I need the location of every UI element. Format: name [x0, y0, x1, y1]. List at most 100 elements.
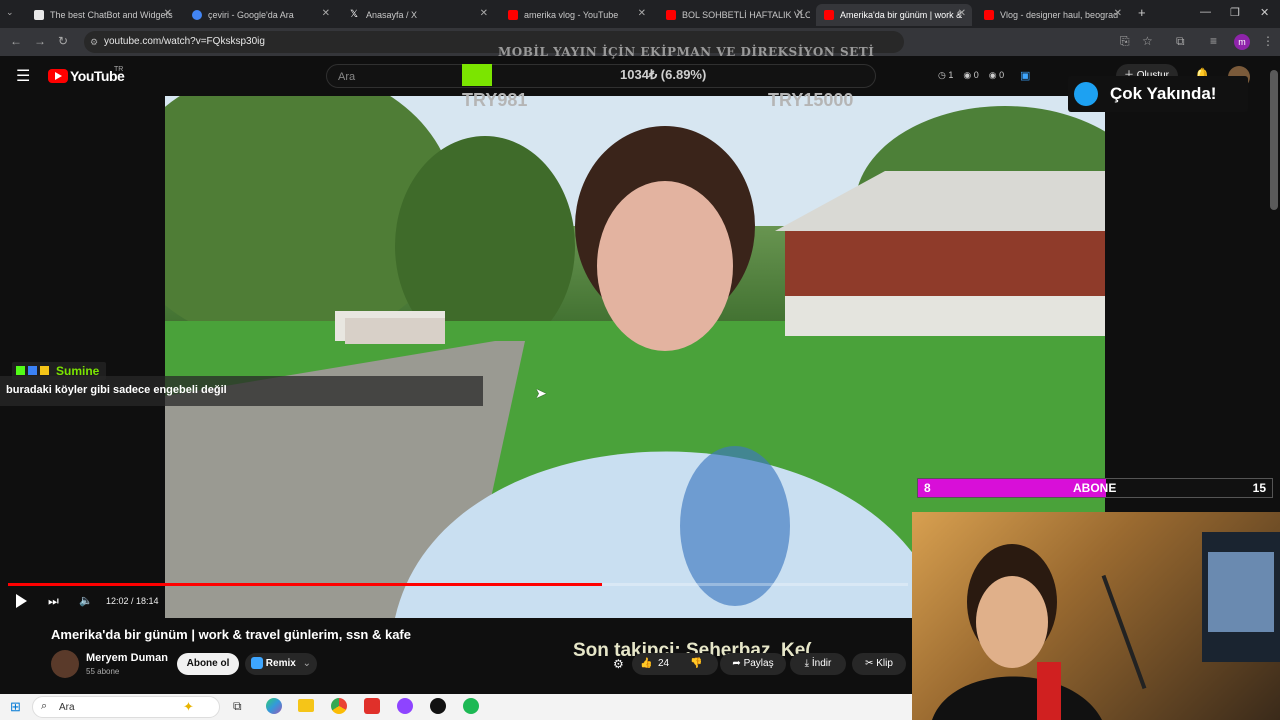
maximize-icon[interactable]: ❐: [1230, 6, 1240, 19]
clip-label: Klip: [876, 658, 893, 669]
app-w-icon[interactable]: [364, 698, 380, 714]
like-icon[interactable]: 👍: [640, 653, 652, 675]
tab-title: Vlog - designer haul, beograd: [1000, 10, 1119, 20]
tab-favicon-icon: [34, 10, 44, 20]
share-button[interactable]: ➦ Paylaş: [720, 653, 786, 675]
new-tab-button[interactable]: +: [1138, 5, 1146, 20]
player-controls: ⏭ 🔈 12:02 / 18:14: [0, 583, 912, 616]
forward-icon[interactable]: →: [34, 34, 46, 48]
browser-tab-active[interactable]: Amerika'da bir günüm | work & ✕: [816, 4, 972, 26]
tab-close-icon[interactable]: ✕: [796, 8, 804, 19]
hamburger-menu-icon[interactable]: ☰: [16, 66, 30, 86]
notification-ext-icon[interactable]: ▣: [1020, 69, 1030, 82]
taskbar-search[interactable]: ⌕ Ara ✦: [32, 696, 220, 718]
windows-start-icon[interactable]: ⊞: [10, 699, 21, 715]
windows-taskbar: ⊞ ⌕ Ara ✦ ⧉: [0, 694, 912, 720]
mouse-cursor-icon: ➤: [535, 385, 547, 401]
goal-start-label: TRY981: [462, 90, 528, 110]
tab-close-icon[interactable]: ✕: [164, 8, 172, 19]
extensions-icon[interactable]: ⧉: [1176, 34, 1185, 49]
sub-goal-current: 8: [924, 481, 931, 495]
search-input[interactable]: Ara: [326, 64, 876, 88]
tab-close-icon[interactable]: ✕: [958, 8, 966, 19]
time-display: 12:02 / 18:14: [106, 596, 159, 606]
browser-tab[interactable]: 𝕏 Anasayfa / X ✕: [342, 4, 494, 26]
tab-close-icon[interactable]: ✕: [1114, 8, 1122, 19]
browser-tab-strip: ⌄ The best ChatBot and Widgets ✕ çeviri …: [0, 0, 1280, 28]
coming-soon-text: Çok Yakında!: [1110, 84, 1217, 103]
browser-tab[interactable]: amerika vlog - YouTube ✕: [500, 4, 652, 26]
chrome-icon[interactable]: [331, 698, 347, 714]
clip-button[interactable]: ✂ Klip: [852, 653, 906, 675]
page-scrollbar[interactable]: [1270, 70, 1278, 210]
tab-close-icon[interactable]: ✕: [638, 8, 646, 19]
copilot-icon[interactable]: [266, 698, 282, 714]
bookmark-star-icon[interactable]: ☆: [1142, 34, 1153, 48]
reading-list-icon[interactable]: ≡: [1210, 34, 1217, 48]
next-icon[interactable]: ⏭: [48, 594, 59, 609]
tab-title: BOL SOHBETLİ HAFTALIK VLOG: [682, 10, 810, 20]
stat-item: ◉ 0: [988, 70, 1005, 80]
channel-avatar[interactable]: [51, 650, 79, 678]
progress-played: [8, 583, 602, 586]
gear-stats-icon[interactable]: ⚙: [613, 657, 624, 671]
coming-soon-logo-icon: [1074, 82, 1098, 106]
chevron-down-icon[interactable]: ⌄: [303, 658, 311, 669]
browser-tab[interactable]: BOL SOHBETLİ HAFTALIK VLOG ✕: [658, 4, 810, 26]
browser-menu-icon[interactable]: ⋮: [1262, 34, 1274, 48]
kick-badge-icon: [16, 366, 25, 375]
channel-name[interactable]: Meryem Duman: [86, 652, 168, 664]
download-button[interactable]: ⤓ İndir: [790, 653, 846, 675]
youtube-favicon-icon: [508, 10, 518, 20]
browser-tab[interactable]: Vlog - designer haul, beograd ✕: [976, 4, 1128, 26]
reload-icon[interactable]: ↻: [58, 34, 68, 48]
chat-message-box: buradaki köyler gibi sadece engebeli değ…: [0, 376, 483, 406]
like-count: 24: [658, 658, 670, 669]
install-app-icon[interactable]: ⎘: [1120, 34, 1130, 49]
dislike-icon[interactable]: 👎: [690, 653, 702, 675]
tab-search-icon[interactable]: ⌄: [6, 7, 14, 18]
obs-icon[interactable]: [430, 698, 446, 714]
webcam-overlay: [912, 512, 1280, 720]
share-icon: ➦: [732, 658, 741, 669]
google-icon: [192, 10, 202, 20]
site-info-icon[interactable]: ⚙: [90, 31, 98, 53]
share-label: Paylaş: [743, 658, 774, 669]
minimize-icon[interactable]: —: [1200, 6, 1211, 18]
sub-goal-bar: 8 ABONE 15: [917, 478, 1273, 498]
tab-title: çeviri - Google'da Ara: [208, 10, 294, 20]
x-logo-icon: 𝕏: [350, 9, 359, 20]
tab-close-icon[interactable]: ✕: [322, 8, 330, 19]
stream-banner-title: MOBİL YAYIN İÇİN EKİPMAN VE DİREKSİYON S…: [498, 45, 875, 59]
eye-icon: ◉: [988, 70, 997, 80]
tab-title: amerika vlog - YouTube: [524, 10, 619, 20]
progress-track[interactable]: [8, 583, 908, 586]
browser-tab[interactable]: The best ChatBot and Widgets ✕: [26, 4, 178, 26]
sub-badge-icon: [40, 366, 49, 375]
search-highlight-icon: ✦: [183, 699, 194, 714]
webcam-scene: [932, 532, 1280, 720]
task-view-icon[interactable]: ⧉: [233, 699, 242, 714]
clock-icon: ◷: [938, 70, 946, 80]
youtube-favicon-icon: [824, 10, 834, 20]
subscribe-button[interactable]: Abone ol: [177, 653, 239, 675]
goal-progress-fill: [462, 64, 492, 86]
browser-tab[interactable]: çeviri - Google'da Ara ✕: [184, 4, 336, 26]
back-icon[interactable]: ←: [10, 34, 22, 48]
remix-button[interactable]: Remix ⌄: [245, 653, 317, 675]
close-window-icon[interactable]: ✕: [1260, 6, 1269, 19]
spotify-icon[interactable]: [463, 698, 479, 714]
file-explorer-icon[interactable]: [298, 699, 314, 712]
chat-message-text: buradaki köyler gibi sadece engebeli değ…: [6, 384, 227, 396]
tab-close-icon[interactable]: ✕: [480, 8, 488, 19]
region-code: TR: [114, 66, 124, 73]
play-icon[interactable]: [16, 594, 27, 608]
volume-icon[interactable]: 🔈: [79, 594, 93, 607]
profile-avatar-icon[interactable]: m: [1234, 34, 1250, 50]
url-text: youtube.com/watch?v=FQksksp30ig: [104, 36, 265, 47]
app-purple-icon[interactable]: [397, 698, 413, 714]
stream-stats: ◷ 1 ◉ 0 ◉ 0: [938, 70, 1004, 81]
taskbar-search-placeholder: Ara: [59, 702, 75, 713]
youtube-logo-icon[interactable]: [48, 69, 68, 83]
remix-icon: [251, 657, 263, 670]
